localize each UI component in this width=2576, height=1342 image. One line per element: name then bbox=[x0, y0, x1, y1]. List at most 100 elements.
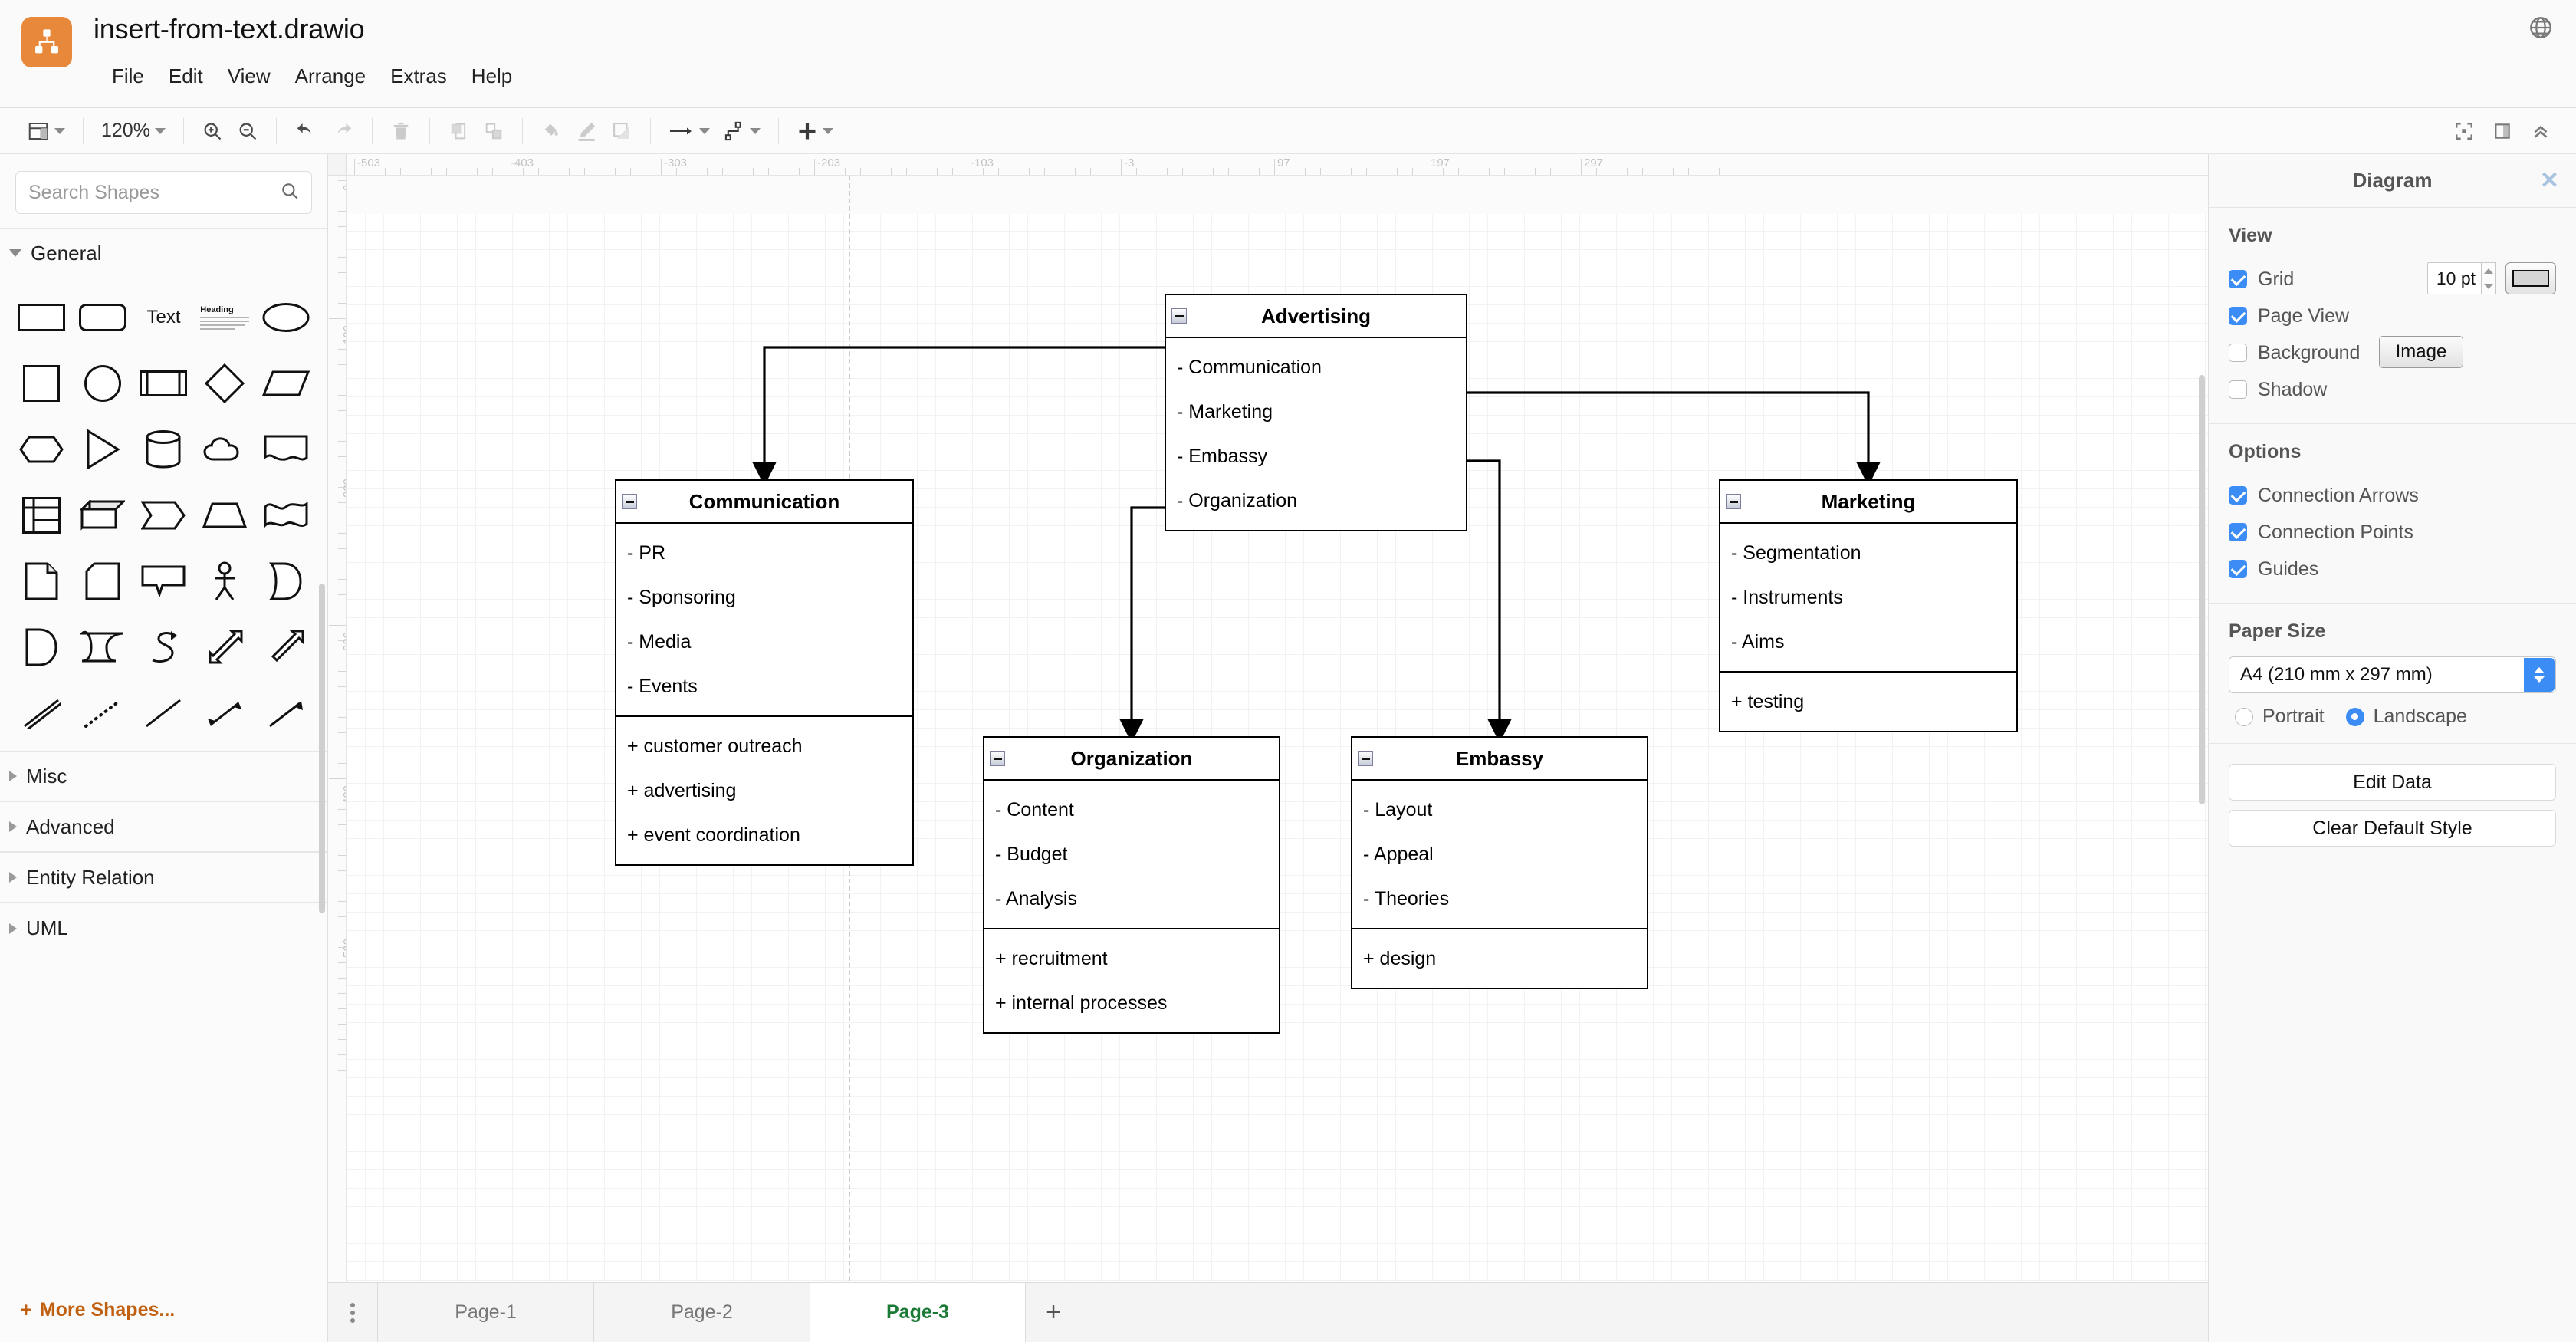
shape-document[interactable] bbox=[255, 423, 317, 476]
waypoints-icon[interactable] bbox=[662, 114, 717, 148]
menu-help[interactable]: Help bbox=[459, 60, 524, 93]
shape-cylinder[interactable] bbox=[133, 423, 195, 476]
edge-advertising-communication[interactable] bbox=[752, 346, 1165, 486]
uml-attribute[interactable]: - Instruments bbox=[1720, 575, 2016, 620]
uml-attribute[interactable]: - Aims bbox=[1720, 620, 2016, 664]
uml-attribute[interactable]: - Segmentation bbox=[1720, 531, 2016, 575]
shape-delay[interactable] bbox=[11, 620, 72, 674]
chevron-down-icon[interactable] bbox=[54, 127, 65, 134]
uml-attribute[interactable]: - Content bbox=[984, 788, 1279, 832]
uml-method[interactable]: + testing bbox=[1720, 679, 2016, 724]
uml-class-organization[interactable]: Organization - Content - Budget - Analys… bbox=[983, 736, 1280, 1034]
menu-extras[interactable]: Extras bbox=[378, 60, 459, 93]
zoom-out-icon[interactable] bbox=[230, 114, 265, 148]
edge-advertising-organization[interactable] bbox=[1119, 506, 1165, 743]
edit-data-button[interactable]: Edit Data bbox=[2229, 764, 2556, 801]
landscape-radio[interactable] bbox=[2345, 707, 2364, 726]
uml-attribute[interactable]: - Layout bbox=[1352, 788, 1647, 832]
page-tab-1[interactable]: Page-1 bbox=[377, 1283, 593, 1342]
shape-actor[interactable] bbox=[194, 554, 255, 608]
file-title[interactable]: insert-from-text.drawio bbox=[94, 13, 365, 45]
trash-icon[interactable] bbox=[383, 114, 419, 148]
clear-default-style-button[interactable]: Clear Default Style bbox=[2229, 810, 2556, 847]
shape-card[interactable] bbox=[72, 554, 133, 608]
shape-section-uml[interactable]: UML bbox=[0, 903, 327, 953]
edge-style-icon[interactable] bbox=[717, 114, 767, 148]
background-image-button[interactable]: Image bbox=[2379, 336, 2463, 368]
uml-attribute[interactable]: - Organization bbox=[1166, 479, 1466, 523]
shape-ellipse[interactable] bbox=[255, 291, 317, 344]
page-tab-3[interactable]: Page-3 bbox=[810, 1283, 1026, 1342]
minus-box-icon[interactable] bbox=[622, 494, 637, 509]
uml-method[interactable]: + design bbox=[1352, 936, 1647, 981]
uml-method[interactable]: + advertising bbox=[616, 768, 912, 813]
shape-cube[interactable] bbox=[72, 488, 133, 542]
shape-directional-arrow[interactable] bbox=[255, 686, 317, 740]
zoom-in-icon[interactable] bbox=[195, 114, 230, 148]
uml-attribute[interactable]: - Marketing bbox=[1166, 390, 1466, 434]
chevron-down-icon[interactable] bbox=[749, 127, 761, 134]
shape-block-arrow[interactable] bbox=[255, 620, 317, 674]
uml-method[interactable]: + internal processes bbox=[984, 981, 1279, 1025]
shape-hexagon[interactable] bbox=[11, 423, 72, 476]
shape-step[interactable] bbox=[133, 488, 195, 542]
shape-callout[interactable] bbox=[133, 554, 195, 608]
close-icon[interactable]: ✕ bbox=[2540, 169, 2559, 192]
undo-icon[interactable] bbox=[288, 114, 324, 148]
shape-dotted-line[interactable] bbox=[72, 686, 133, 740]
bring-to-front-icon[interactable] bbox=[441, 114, 476, 148]
more-shapes-button[interactable]: + More Shapes... bbox=[0, 1278, 327, 1342]
shadow-checkbox[interactable] bbox=[2229, 380, 2247, 399]
send-to-back-icon[interactable] bbox=[476, 114, 511, 148]
uml-attribute[interactable]: - Analysis bbox=[984, 877, 1279, 921]
shape-line[interactable] bbox=[133, 686, 195, 740]
shape-section-general[interactable]: General bbox=[0, 228, 327, 278]
grid-color-swatch[interactable] bbox=[2505, 262, 2556, 294]
search-icon[interactable] bbox=[280, 181, 300, 205]
grid-checkbox[interactable] bbox=[2229, 270, 2247, 288]
chevron-updown-icon[interactable] bbox=[2524, 658, 2555, 692]
shape-section-advanced[interactable]: Advanced bbox=[0, 801, 327, 852]
uml-attribute[interactable]: - PR bbox=[616, 531, 912, 575]
portrait-radio[interactable] bbox=[2235, 707, 2253, 726]
chevron-down-icon[interactable] bbox=[154, 127, 166, 134]
shape-rectangle[interactable] bbox=[11, 291, 72, 344]
uml-attribute[interactable]: - Sponsoring bbox=[616, 575, 912, 620]
minus-box-icon[interactable] bbox=[1171, 308, 1187, 324]
zoom-dropdown[interactable]: 120% bbox=[94, 114, 172, 148]
vertical-scrollbar-thumb[interactable] bbox=[2199, 375, 2205, 804]
shape-tape[interactable] bbox=[255, 488, 317, 542]
shape-text[interactable]: Text bbox=[133, 291, 195, 344]
line-color-icon[interactable] bbox=[569, 114, 604, 148]
shape-table[interactable] bbox=[11, 488, 72, 542]
uml-attribute[interactable]: - Media bbox=[616, 620, 912, 664]
guides-checkbox[interactable] bbox=[2229, 560, 2247, 578]
shape-process[interactable] bbox=[133, 357, 195, 410]
canvas-scroll-viewport[interactable]: Advertising - Communication - Marketing … bbox=[347, 176, 2208, 1342]
uml-class-advertising[interactable]: Advertising - Communication - Marketing … bbox=[1165, 294, 1467, 531]
vertical-dots-icon[interactable] bbox=[328, 1283, 377, 1342]
shape-or-shape[interactable] bbox=[255, 554, 317, 608]
chevron-down-icon[interactable] bbox=[822, 127, 833, 134]
shape-data-storage[interactable] bbox=[72, 620, 133, 674]
uml-attribute[interactable]: - Theories bbox=[1352, 877, 1647, 921]
canvas-area[interactable]: -603-503-403-303-203-103-397197297 01002… bbox=[328, 154, 2208, 1342]
page-view-checkbox[interactable] bbox=[2229, 307, 2247, 325]
shape-rounded-rectangle[interactable] bbox=[72, 291, 133, 344]
fullscreen-icon[interactable] bbox=[2447, 114, 2481, 148]
add-page-button[interactable]: + bbox=[1026, 1283, 1081, 1342]
background-checkbox[interactable] bbox=[2229, 344, 2247, 362]
chevron-down-icon[interactable] bbox=[698, 127, 710, 134]
menu-edit[interactable]: Edit bbox=[156, 60, 215, 93]
shape-double-arrow[interactable] bbox=[194, 620, 255, 674]
page-tab-2[interactable]: Page-2 bbox=[593, 1283, 810, 1342]
menu-arrange[interactable]: Arrange bbox=[283, 60, 379, 93]
view-layout-icon[interactable] bbox=[20, 114, 72, 148]
grid-size-stepper[interactable] bbox=[2481, 262, 2496, 294]
connection-arrows-checkbox[interactable] bbox=[2229, 486, 2247, 505]
shape-diamond[interactable] bbox=[194, 357, 255, 410]
uml-method[interactable]: + recruitment bbox=[984, 936, 1279, 981]
uml-attribute[interactable]: - Appeal bbox=[1352, 832, 1647, 877]
minus-box-icon[interactable] bbox=[990, 751, 1005, 766]
shape-double-line[interactable] bbox=[11, 686, 72, 740]
